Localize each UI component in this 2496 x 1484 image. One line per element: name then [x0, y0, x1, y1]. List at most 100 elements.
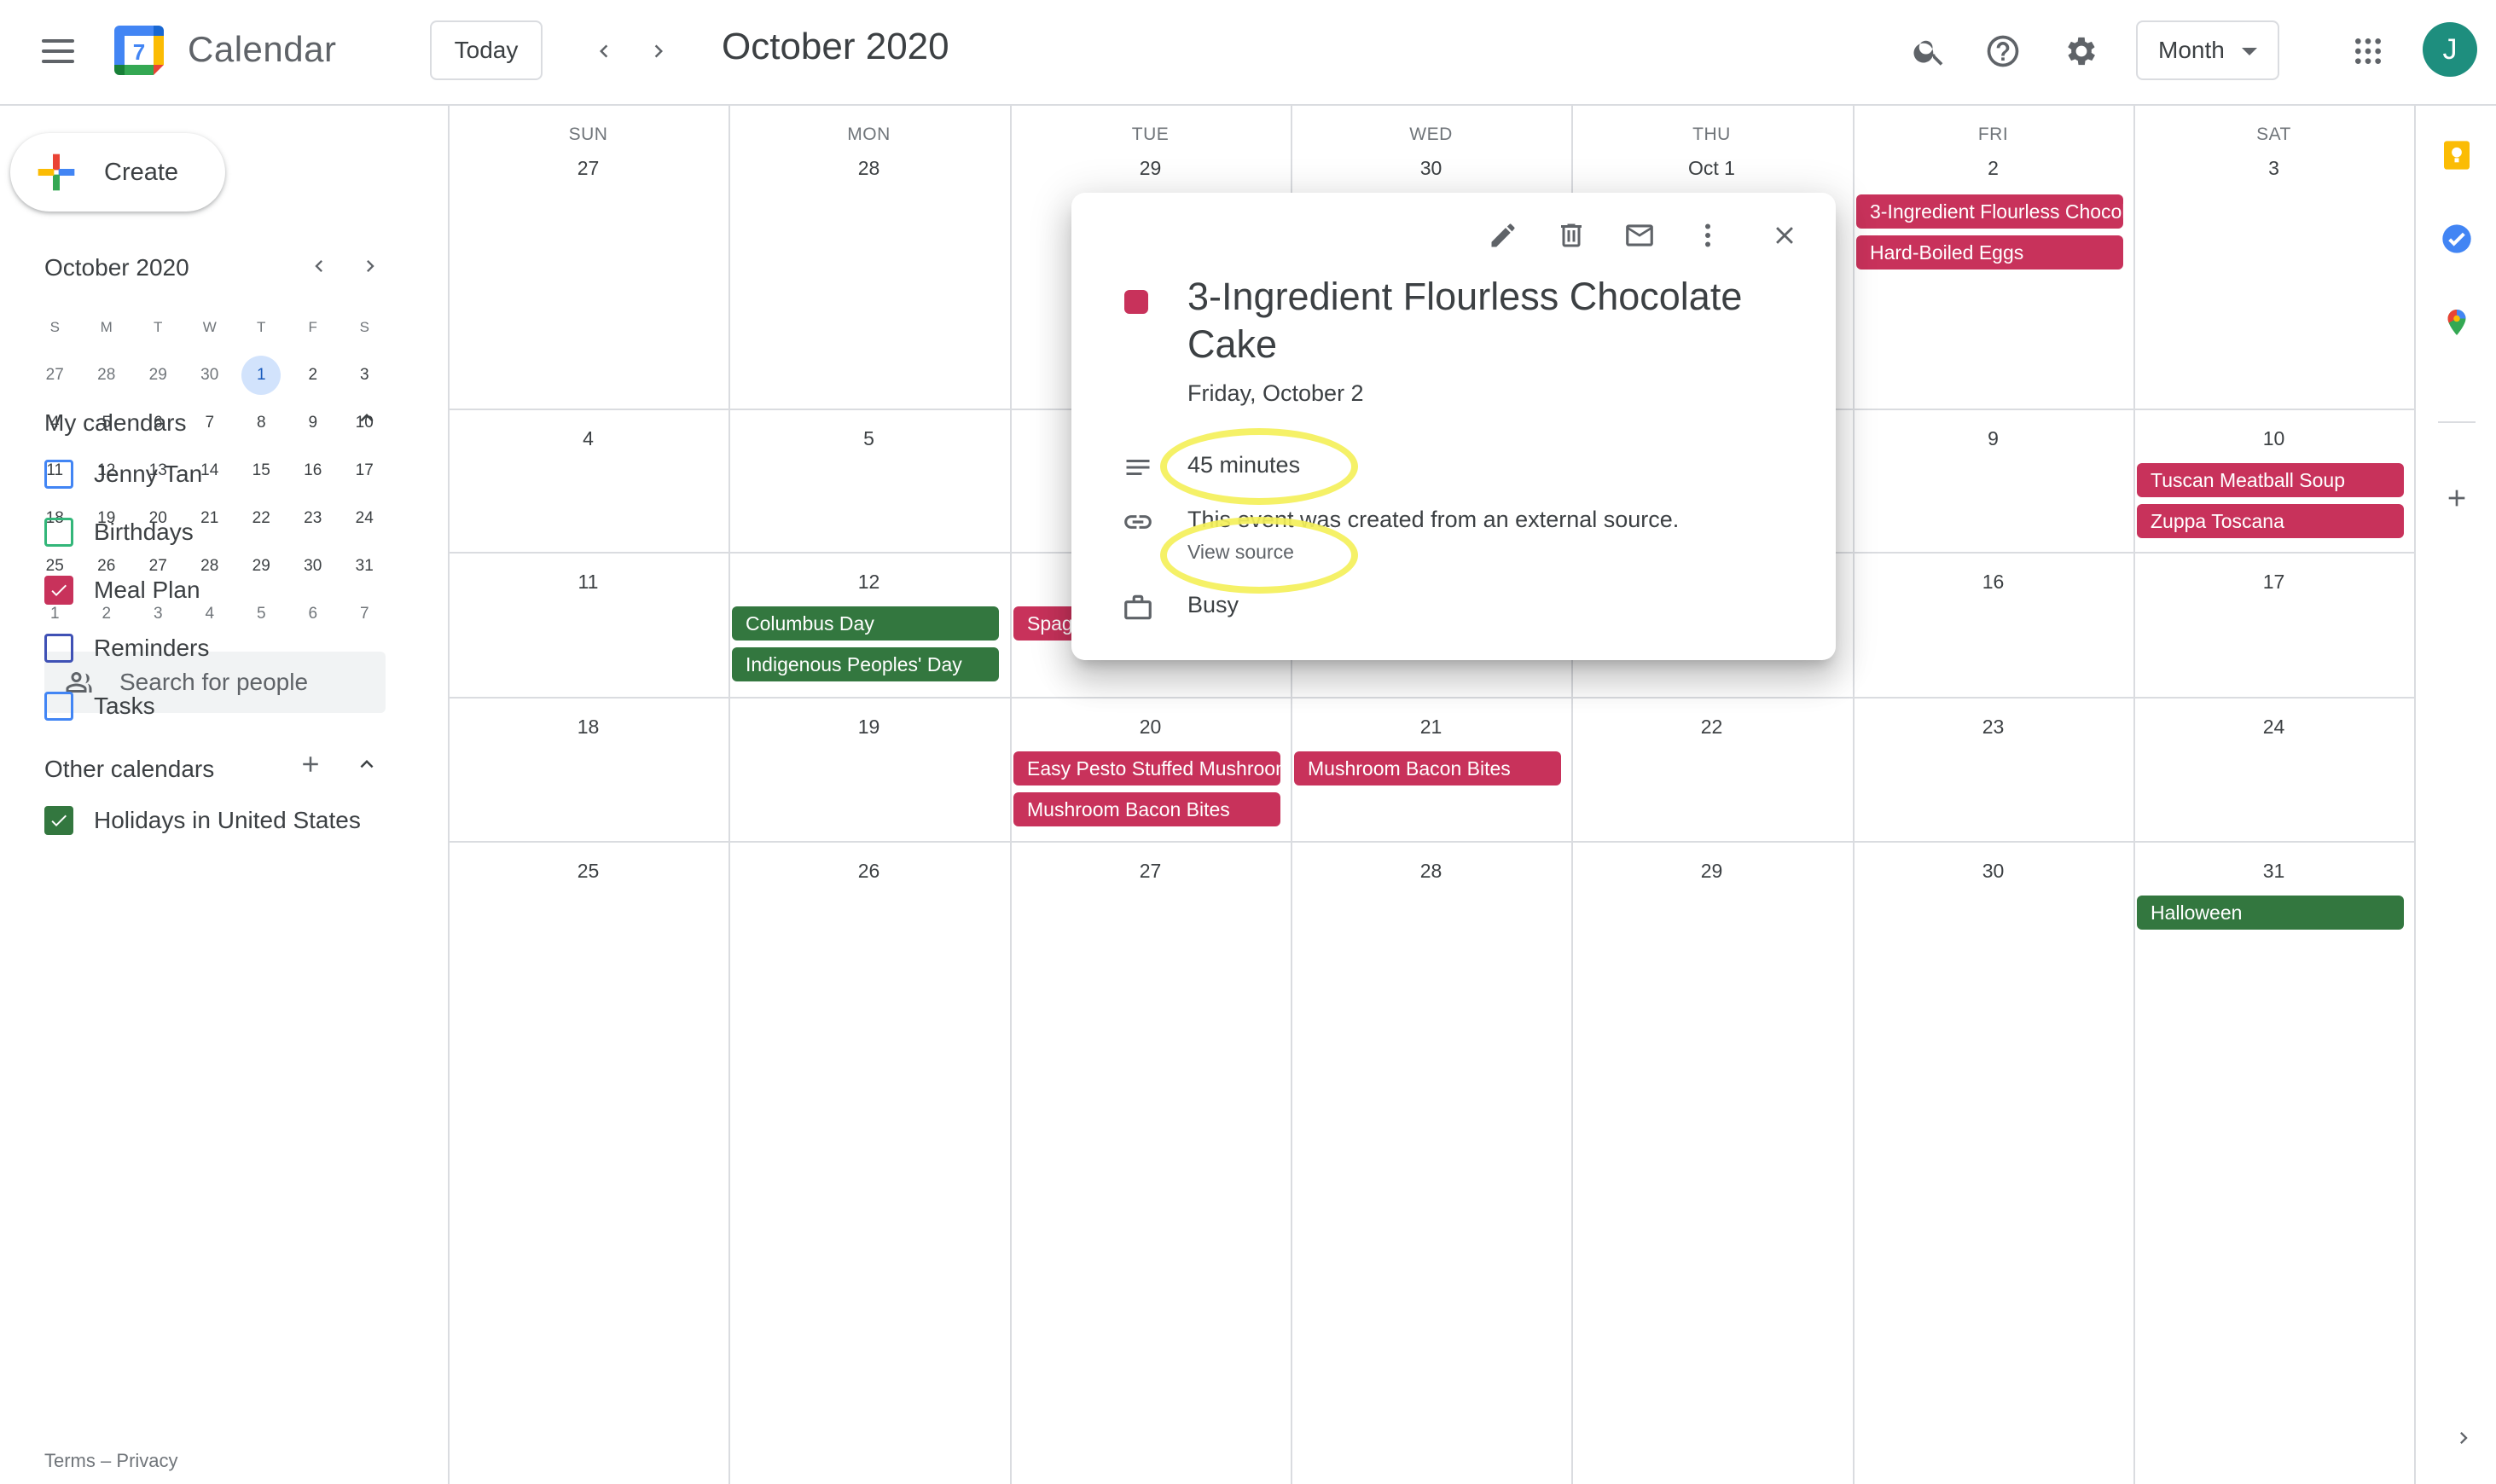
- calendar-item[interactable]: Tasks: [44, 687, 155, 725]
- day-number[interactable]: 18: [448, 716, 728, 739]
- calendar-item[interactable]: Meal Plan: [44, 571, 200, 609]
- search-button[interactable]: [1904, 26, 1955, 77]
- mini-day[interactable]: 8: [235, 403, 287, 443]
- help-button[interactable]: [1977, 26, 2029, 77]
- mini-day[interactable]: 5: [235, 594, 287, 635]
- mini-day[interactable]: 23: [287, 498, 340, 539]
- calendar-checkbox[interactable]: [44, 692, 73, 721]
- day-number[interactable]: 21: [1291, 716, 1571, 739]
- apps-button[interactable]: [2342, 26, 2394, 77]
- event-chip[interactable]: Easy Pesto Stuffed Mushrooms: [1013, 751, 1280, 785]
- mini-day[interactable]: 7: [184, 403, 236, 443]
- settings-button[interactable]: [2056, 26, 2107, 77]
- event-chip[interactable]: Halloween: [2137, 896, 2404, 930]
- day-number[interactable]: 29: [1571, 860, 1852, 883]
- keep-button[interactable]: [2436, 135, 2477, 176]
- day-number[interactable]: 12: [728, 571, 1009, 594]
- day-number[interactable]: 26: [728, 860, 1009, 883]
- event-chip[interactable]: Columbus Day: [732, 606, 999, 641]
- mini-day[interactable]: 6: [287, 594, 340, 635]
- collapse-other-calendars-button[interactable]: [346, 744, 387, 785]
- calendar-checkbox[interactable]: [44, 634, 73, 663]
- day-number[interactable]: 30: [1853, 860, 2133, 883]
- mini-day[interactable]: 1: [235, 355, 287, 396]
- mini-day[interactable]: 24: [339, 498, 391, 539]
- mini-day[interactable]: 29: [132, 355, 184, 396]
- day-cell[interactable]: [2133, 106, 2414, 409]
- mini-day[interactable]: 27: [29, 355, 81, 396]
- view-switcher[interactable]: Month: [2136, 20, 2279, 80]
- mini-next-button[interactable]: [353, 249, 387, 283]
- view-source-link[interactable]: View source: [1187, 541, 1294, 564]
- email-guests-button[interactable]: [1616, 212, 1663, 259]
- calendar-item[interactable]: Jenny Tan: [44, 455, 202, 493]
- mini-day[interactable]: 30: [184, 355, 236, 396]
- day-number[interactable]: 24: [2133, 716, 2414, 739]
- day-number[interactable]: 29: [1010, 157, 1291, 180]
- calendar-checkbox[interactable]: [44, 460, 73, 489]
- day-number[interactable]: 9: [1853, 427, 2133, 450]
- add-other-calendar-button[interactable]: [290, 744, 331, 785]
- mini-day[interactable]: 22: [235, 498, 287, 539]
- day-cell[interactable]: [1291, 841, 1571, 1484]
- day-cell[interactable]: [1571, 841, 1852, 1484]
- mini-day[interactable]: 29: [235, 546, 287, 587]
- mini-day[interactable]: 2: [287, 355, 340, 396]
- mini-day[interactable]: 15: [235, 450, 287, 491]
- main-menu-button[interactable]: [34, 31, 82, 72]
- calendar-item[interactable]: Reminders: [44, 629, 209, 667]
- calendar-item[interactable]: Birthdays: [44, 513, 194, 551]
- day-cell[interactable]: [448, 106, 728, 409]
- day-number[interactable]: 28: [728, 157, 1009, 180]
- day-number[interactable]: 27: [448, 157, 728, 180]
- close-popup-button[interactable]: [1761, 212, 1808, 259]
- day-cell[interactable]: [1853, 841, 2133, 1484]
- mini-prev-button[interactable]: [302, 249, 336, 283]
- create-button[interactable]: Create: [10, 133, 225, 212]
- day-number[interactable]: 25: [448, 860, 728, 883]
- day-number[interactable]: 11: [448, 571, 728, 594]
- calendar-checkbox[interactable]: [44, 806, 73, 835]
- mini-day[interactable]: 28: [81, 355, 133, 396]
- calendar-checkbox[interactable]: [44, 576, 73, 605]
- day-number[interactable]: 31: [2133, 860, 2414, 883]
- account-avatar[interactable]: J: [2423, 22, 2477, 77]
- day-cell[interactable]: [728, 106, 1009, 409]
- day-number[interactable]: 30: [1291, 157, 1571, 180]
- day-number[interactable]: 27: [1010, 860, 1291, 883]
- day-number[interactable]: 17: [2133, 571, 2414, 594]
- event-chip[interactable]: 3-Ingredient Flourless Chocolate Cake: [1856, 194, 2123, 229]
- calendar-item[interactable]: Holidays in United States: [44, 802, 361, 839]
- show-side-panel-button[interactable]: [2447, 1421, 2481, 1455]
- tasks-button[interactable]: [2436, 218, 2477, 259]
- day-cell[interactable]: [2133, 841, 2414, 1484]
- event-chip[interactable]: Mushroom Bacon Bites: [1294, 751, 1561, 785]
- day-number[interactable]: 19: [728, 716, 1009, 739]
- mini-day[interactable]: 3: [339, 355, 391, 396]
- day-number[interactable]: 20: [1010, 716, 1291, 739]
- today-button[interactable]: Today: [430, 20, 543, 80]
- day-number[interactable]: 22: [1571, 716, 1852, 739]
- delete-event-button[interactable]: [1547, 212, 1595, 259]
- search-people-input[interactable]: [119, 665, 367, 699]
- event-chip[interactable]: Hard-Boiled Eggs: [1856, 235, 2123, 270]
- privacy-link[interactable]: Privacy: [116, 1450, 177, 1471]
- event-chip[interactable]: Zuppa Toscana: [2137, 504, 2404, 538]
- more-options-button[interactable]: [1684, 212, 1732, 259]
- mini-day[interactable]: 16: [287, 450, 340, 491]
- edit-event-button[interactable]: [1479, 212, 1527, 259]
- day-number[interactable]: Oct 1: [1571, 157, 1852, 180]
- mini-day[interactable]: 31: [339, 546, 391, 587]
- maps-button[interactable]: [2436, 302, 2477, 343]
- event-chip[interactable]: Tuscan Meatball Soup: [2137, 463, 2404, 497]
- next-month-button[interactable]: [636, 29, 681, 73]
- calendar-checkbox[interactable]: [44, 518, 73, 547]
- mini-day[interactable]: 17: [339, 450, 391, 491]
- day-cell[interactable]: [728, 841, 1009, 1484]
- get-add-ons-button[interactable]: [2436, 478, 2477, 519]
- mini-day[interactable]: 30: [287, 546, 340, 587]
- mini-day[interactable]: 9: [287, 403, 340, 443]
- collapse-my-calendars-button[interactable]: [346, 397, 387, 438]
- day-cell[interactable]: [448, 841, 728, 1484]
- day-number[interactable]: 5: [728, 427, 1009, 450]
